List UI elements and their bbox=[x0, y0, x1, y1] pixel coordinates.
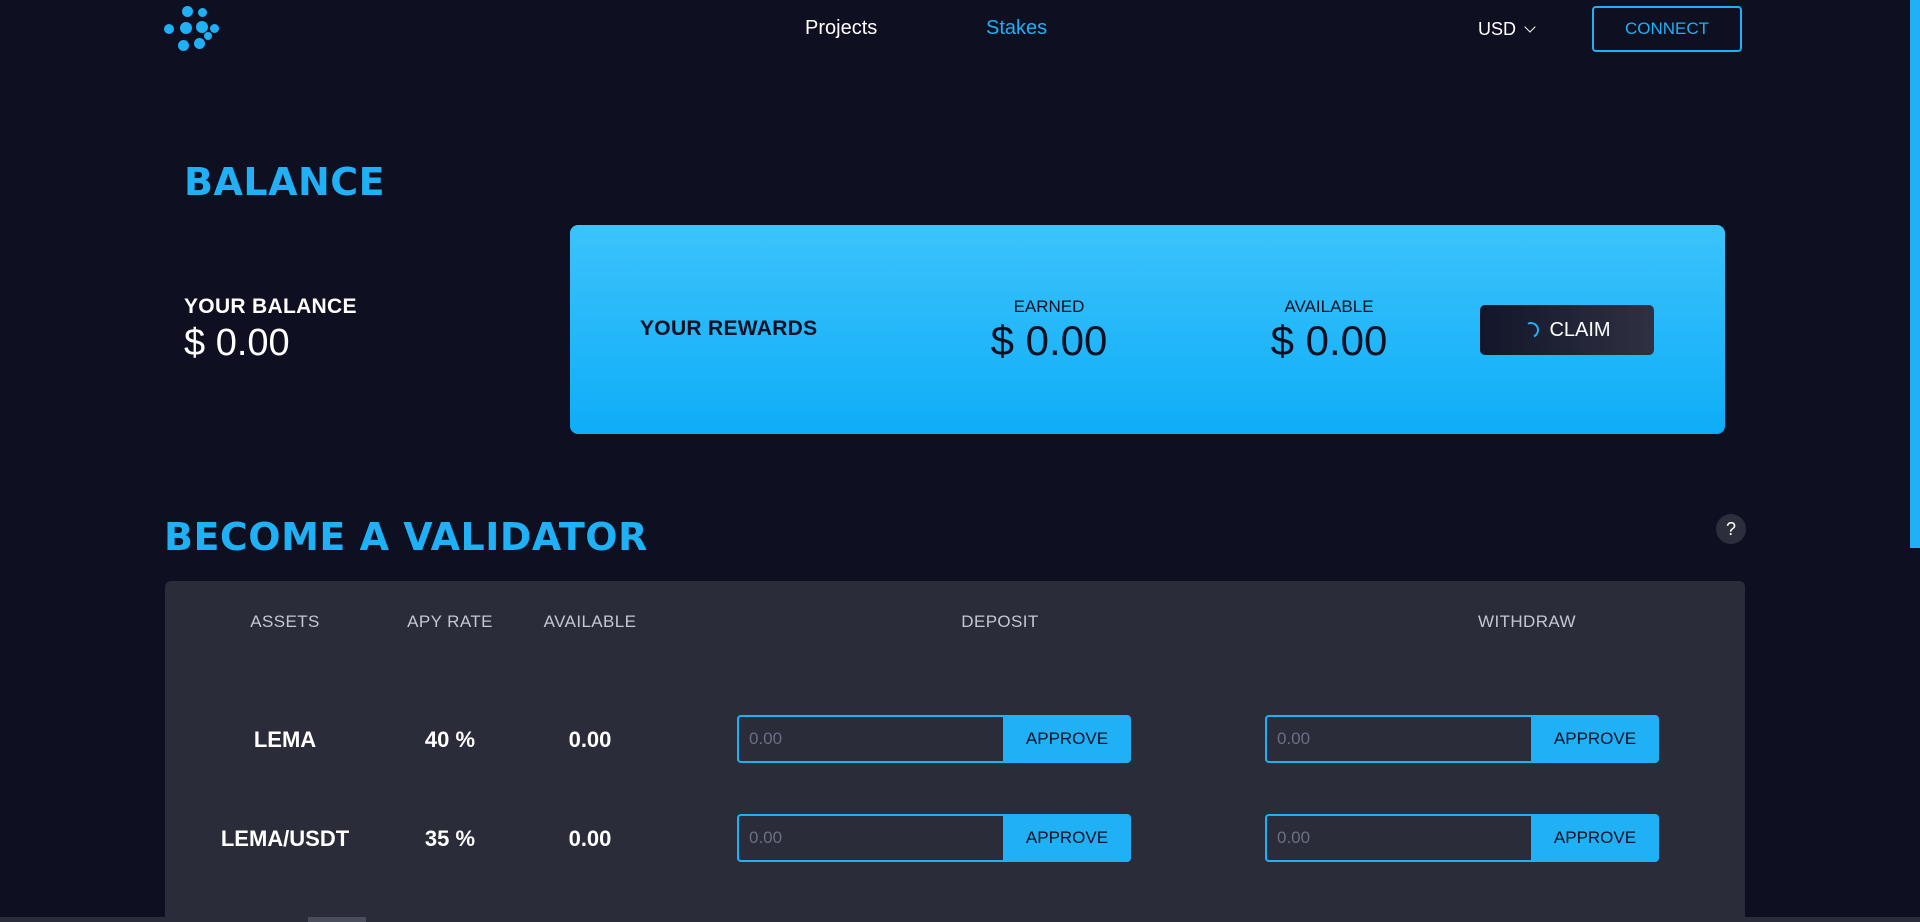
row-asset: LEMA/USDT bbox=[220, 826, 350, 851]
claim-button[interactable]: CLAIM bbox=[1480, 305, 1654, 355]
header-apy-rate: APY RATE bbox=[407, 612, 493, 631]
nav-stakes[interactable]: Stakes bbox=[986, 17, 1047, 40]
deposit-input[interactable] bbox=[737, 814, 1003, 862]
earned-value: $ 0.00 bbox=[990, 317, 1108, 364]
withdraw-approve-button[interactable]: APPROVE bbox=[1531, 715, 1659, 763]
logo-icon[interactable] bbox=[164, 4, 220, 56]
nav-projects[interactable]: Projects bbox=[805, 17, 877, 40]
withdraw-input[interactable] bbox=[1265, 715, 1531, 763]
earned-label: EARNED bbox=[1013, 297, 1085, 316]
chevron-down-icon bbox=[1524, 21, 1536, 33]
row-apy: 40 % bbox=[424, 727, 476, 752]
header-available: AVAILABLE bbox=[543, 612, 637, 631]
rewards-card: YOUR REWARDS EARNED $ 0.00 AVAILABLE $ 0… bbox=[570, 225, 1725, 434]
spinner-icon bbox=[1521, 319, 1542, 341]
row-available: 0.00 bbox=[568, 727, 612, 752]
question-icon[interactable]: ? bbox=[1716, 514, 1746, 544]
validator-title: BECOME A VALIDATOR bbox=[164, 515, 648, 559]
horizontal-scrollbar[interactable] bbox=[0, 917, 1920, 922]
vertical-scrollbar[interactable] bbox=[1910, 0, 1920, 922]
currency-label: USD bbox=[1478, 19, 1517, 39]
deposit-approve-button[interactable]: APPROVE bbox=[1003, 814, 1131, 862]
withdraw-input[interactable] bbox=[1265, 814, 1531, 862]
available-rewards-label: AVAILABLE bbox=[1284, 297, 1374, 316]
row-available: 0.00 bbox=[568, 826, 612, 851]
withdraw-approve-button[interactable]: APPROVE bbox=[1531, 814, 1659, 862]
your-balance-label: YOUR BALANCE bbox=[184, 295, 357, 318]
horizontal-scrollbar-thumb[interactable] bbox=[308, 917, 366, 922]
header-deposit: DEPOSIT bbox=[961, 612, 1039, 631]
top-header: Projects Stakes USD CONNECT bbox=[0, 0, 1920, 60]
header-withdraw: WITHDRAW bbox=[1478, 612, 1576, 631]
deposit-approve-button[interactable]: APPROVE bbox=[1003, 715, 1131, 763]
claim-label: CLAIM bbox=[1549, 318, 1611, 341]
deposit-input[interactable] bbox=[737, 715, 1003, 763]
currency-select[interactable]: USD bbox=[1478, 19, 1536, 40]
row-apy: 35 % bbox=[424, 826, 476, 851]
header-assets: ASSETS bbox=[250, 612, 320, 631]
validator-table: ASSETS APY RATE AVAILABLE DEPOSIT WITHDR… bbox=[165, 581, 1745, 922]
your-balance-value: $ 0.00 bbox=[184, 322, 290, 364]
vertical-scrollbar-thumb[interactable] bbox=[1910, 0, 1920, 548]
your-rewards-label: YOUR REWARDS bbox=[640, 317, 818, 340]
available-rewards-value: $ 0.00 bbox=[1270, 317, 1388, 364]
balance-title: BALANCE bbox=[184, 160, 386, 204]
connect-button[interactable]: CONNECT bbox=[1592, 6, 1742, 52]
row-asset: LEMA bbox=[253, 727, 317, 752]
